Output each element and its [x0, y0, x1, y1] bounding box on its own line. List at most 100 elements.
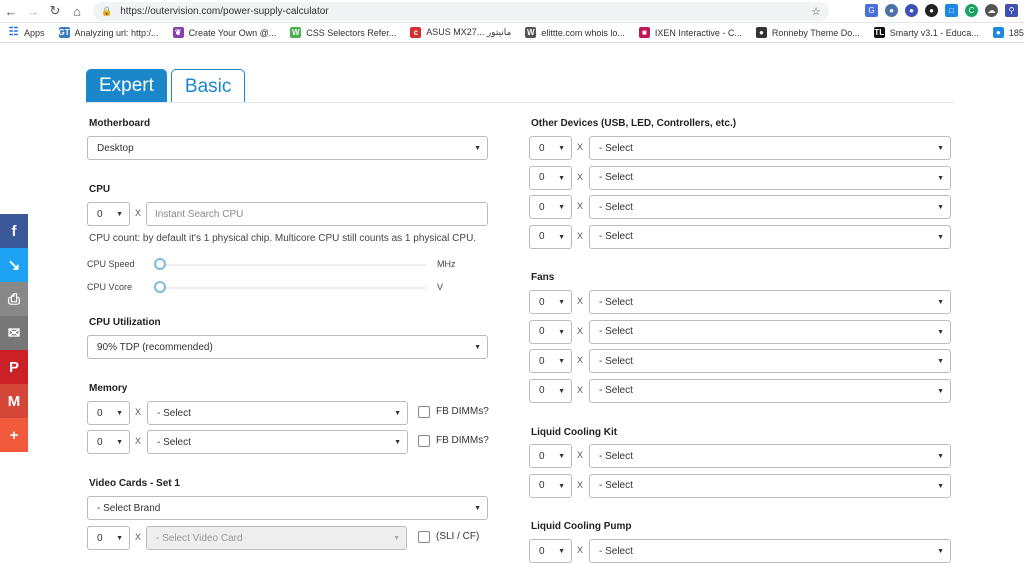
chevron-down-icon: ▼ [116, 439, 123, 446]
motherboard-select[interactable]: Desktop ▼ [87, 136, 488, 160]
liquid-cooling-pump-count-value: 0 [539, 545, 545, 557]
cpu-count-select[interactable]: 0 ▼ [87, 202, 130, 226]
cpu-search-input[interactable]: Instant Search CPU [146, 202, 488, 226]
cpu-utilization-select[interactable]: 90% TDP (recommended) ▼ [87, 335, 488, 359]
other-device-count-select[interactable]: 0 ▼ [529, 195, 572, 219]
other-device-count-select[interactable]: 0 ▼ [529, 165, 572, 190]
liquid-cooling-kit-count-select[interactable]: 0 ▼ [529, 444, 572, 468]
extension-icon[interactable]: ● [885, 4, 898, 17]
fan-count-select[interactable]: 0 ▼ [529, 378, 572, 403]
twitter-icon[interactable]: ↘ [0, 248, 28, 282]
chevron-down-icon: ▼ [937, 328, 944, 336]
chevron-down-icon: ▼ [937, 233, 944, 241]
bookmark-label: Apps [24, 27, 45, 38]
bookmark-item[interactable]: ● Ronneby Theme Do... [755, 27, 860, 38]
liquid-cooling-kit-select[interactable]: - Select ▼ [589, 473, 951, 498]
cpu-count-value: 0 [97, 208, 103, 220]
chevron-down-icon: ▼ [558, 548, 565, 555]
bookmark-item[interactable]: ☷ Apps [8, 27, 45, 38]
extension-icon[interactable]: ☁ [985, 4, 998, 17]
fan-select[interactable]: - Select ▼ [589, 349, 951, 373]
tab-divider [86, 102, 954, 103]
liquid-cooling-kit-count-select[interactable]: 0 ▼ [529, 473, 572, 498]
liquid-cooling-pump-select[interactable]: - Select ▼ [589, 539, 951, 563]
other-device-count-select[interactable]: 0 ▼ [529, 224, 572, 249]
bookmark-label: ASUS MX27... مانيتور [426, 27, 512, 37]
memory-value: - Select [157, 436, 191, 448]
extension-icon[interactable]: ● [905, 4, 918, 17]
video-brand-select[interactable]: - Select Brand ▼ [87, 496, 488, 520]
multiply-sign: X [577, 230, 584, 241]
address-bar[interactable]: 🔒 https://outervision.com/power-supply-c… [93, 2, 829, 21]
other-device-select[interactable]: - Select ▼ [589, 224, 951, 249]
extension-icon[interactable]: ⚲ [1005, 4, 1018, 17]
forward-icon[interactable]: → [22, 4, 44, 19]
ixen-icon: ■ [638, 27, 650, 38]
fb-dimms-checkbox[interactable] [418, 406, 430, 418]
css-icon: W [290, 27, 302, 38]
cpu-vcore-track[interactable] [158, 287, 426, 289]
facebook-icon[interactable]: f [0, 214, 28, 248]
bookmark-item[interactable]: Welittte.com whois lo... [525, 27, 625, 38]
other-device-count-select[interactable]: 0 ▼ [529, 136, 572, 160]
memory-count-select[interactable]: 0 ▼ [87, 401, 130, 425]
back-icon[interactable]: ← [0, 4, 22, 19]
memory-select[interactable]: - Select ▼ [147, 430, 408, 454]
sli-checkbox[interactable] [418, 531, 430, 543]
fan-count-select[interactable]: 0 ▼ [529, 290, 572, 314]
fan-count-select[interactable]: 0 ▼ [529, 319, 572, 344]
bookmark-label: elittte.com whois lo... [541, 27, 625, 38]
memory-count-select[interactable]: 0 ▼ [87, 430, 130, 454]
sli-label: (SLI / CF) [436, 531, 480, 542]
fans-label: Fans [531, 272, 555, 283]
video-count-select[interactable]: 0 ▼ [87, 526, 130, 550]
chevron-down-icon: ▼ [116, 410, 123, 417]
memory-select[interactable]: - Select ▼ [147, 401, 408, 425]
extension-icon[interactable]: □ [945, 4, 958, 17]
bookmark-item[interactable]: W CSS Selectors Refer... [290, 27, 396, 38]
cpu-speed-unit: MHz [437, 259, 456, 269]
fb-dimms-checkbox[interactable] [418, 435, 430, 447]
bookmark-item[interactable]: ❦ Create Your Own @... [172, 27, 276, 38]
bookmark-item[interactable]: GT Analyzing url: http:/... [58, 27, 159, 38]
other-device-select[interactable]: - Select ▼ [589, 195, 951, 219]
print-icon[interactable]: ⎙ [0, 282, 28, 316]
cpu-vcore-slider-handle[interactable] [154, 281, 166, 293]
fan-select[interactable]: - Select ▼ [589, 378, 951, 403]
gmail-icon[interactable]: M [0, 384, 28, 418]
liquid-cooling-pump-count-select[interactable]: 0 ▼ [529, 539, 572, 563]
pinterest-icon[interactable]: P [0, 350, 28, 384]
other-device-value: - Select [599, 142, 633, 154]
tab-basic[interactable]: Basic [170, 69, 246, 103]
more-icon[interactable]: + [0, 418, 28, 452]
bookmark-item[interactable]: c ASUS MX27... مانيتور [410, 27, 511, 38]
other-device-select[interactable]: - Select ▼ [589, 136, 951, 160]
extension-icon[interactable]: C [965, 4, 978, 17]
multiply-sign: X [577, 355, 584, 365]
other-device-select[interactable]: - Select ▼ [589, 165, 951, 190]
fan-select[interactable]: - Select ▼ [589, 319, 951, 344]
cpu-vcore-unit: V [437, 282, 444, 292]
liquid-cooling-pump-label: Liquid Cooling Pump [531, 521, 632, 532]
extension-icon[interactable]: G [865, 4, 878, 17]
cpu-speed-track[interactable] [158, 264, 426, 266]
home-icon[interactable]: ⌂ [66, 4, 88, 19]
fan-count-select[interactable]: 0 ▼ [529, 349, 572, 373]
extension-icon[interactable]: ● [925, 4, 938, 17]
bookmark-star-icon[interactable]: ☆ [811, 5, 821, 18]
bookmark-item[interactable]: ● 185.50.37.223 - Dir... [992, 27, 1024, 38]
motherboard-label: Motherboard [89, 118, 151, 129]
liquid-cooling-kit-select[interactable]: - Select ▼ [589, 444, 951, 468]
fan-select[interactable]: - Select ▼ [589, 290, 951, 314]
video-card-select[interactable]: - Select Video Card ▼ [146, 526, 407, 550]
multiply-sign: X [577, 201, 584, 211]
chevron-down-icon: ▼ [937, 482, 944, 490]
tab-expert[interactable]: Expert [86, 69, 167, 103]
multiply-sign: X [135, 407, 142, 417]
reload-icon[interactable]: ↻ [44, 3, 66, 19]
fan-value: - Select [599, 355, 633, 367]
email-icon[interactable]: ✉ [0, 316, 28, 350]
bookmark-item[interactable]: TL Smarty v3.1 - Educa... [873, 27, 979, 38]
cpu-speed-slider-handle[interactable] [154, 258, 166, 270]
bookmark-item[interactable]: ■ IXEN Interactive - C... [638, 27, 742, 38]
